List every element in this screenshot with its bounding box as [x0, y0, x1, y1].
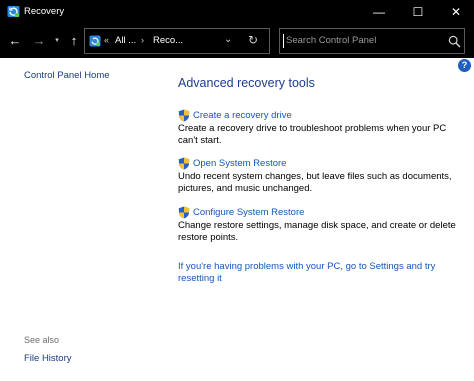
chevron-down-icon[interactable]: ⌄: [224, 34, 232, 45]
text-caret: [283, 34, 284, 48]
breadcrumb-separator-icon[interactable]: ›: [141, 35, 144, 45]
title-bar: Recovery — ☐ ✕: [0, 0, 474, 24]
window-title: Recovery: [24, 6, 65, 17]
control-panel-home-link[interactable]: Control Panel Home: [24, 70, 110, 81]
maximize-button[interactable]: ☐: [399, 0, 437, 24]
recovery-icon: [89, 35, 101, 47]
up-button[interactable]: ↑: [66, 33, 82, 49]
address-bar[interactable]: « All ... › Reco... ⌄ ↻: [84, 28, 270, 54]
search-box[interactable]: Search Control Panel: [279, 28, 465, 54]
minimize-button[interactable]: —: [360, 0, 398, 24]
uac-shield-icon: [178, 157, 190, 170]
forward-button[interactable]: →: [31, 33, 47, 49]
breadcrumb-overflow-icon[interactable]: «: [104, 35, 109, 45]
recent-locations-button[interactable]: ▾: [52, 33, 62, 49]
back-button[interactable]: ←: [7, 33, 23, 49]
task-description: Undo recent system changes, but leave fi…: [178, 171, 452, 194]
breadcrumb-segment[interactable]: All ...: [115, 35, 136, 46]
task-description: Create a recovery drive to troubleshoot …: [178, 123, 447, 146]
file-history-link[interactable]: File History: [24, 353, 72, 364]
reset-pc-settings-link[interactable]: If you're having problems with your PC, …: [178, 261, 468, 285]
page-title: Advanced recovery tools: [178, 76, 315, 90]
recovery-icon: [7, 6, 20, 17]
search-icon[interactable]: [448, 35, 461, 48]
uac-shield-icon: [178, 109, 190, 122]
open-system-restore-link[interactable]: Open System Restore: [193, 158, 286, 169]
help-icon[interactable]: ?: [458, 59, 471, 72]
breadcrumb-segment[interactable]: Reco...: [153, 35, 183, 46]
create-recovery-drive-link[interactable]: Create a recovery drive: [193, 110, 292, 121]
search-input[interactable]: Search Control Panel: [286, 35, 376, 46]
refresh-icon[interactable]: ↻: [248, 33, 258, 47]
configure-system-restore-link[interactable]: Configure System Restore: [193, 207, 304, 218]
task-description: Change restore settings, manage disk spa…: [178, 220, 456, 243]
see-also-heading: See also: [24, 335, 60, 345]
uac-shield-icon: [178, 206, 190, 219]
close-button[interactable]: ✕: [437, 0, 474, 24]
